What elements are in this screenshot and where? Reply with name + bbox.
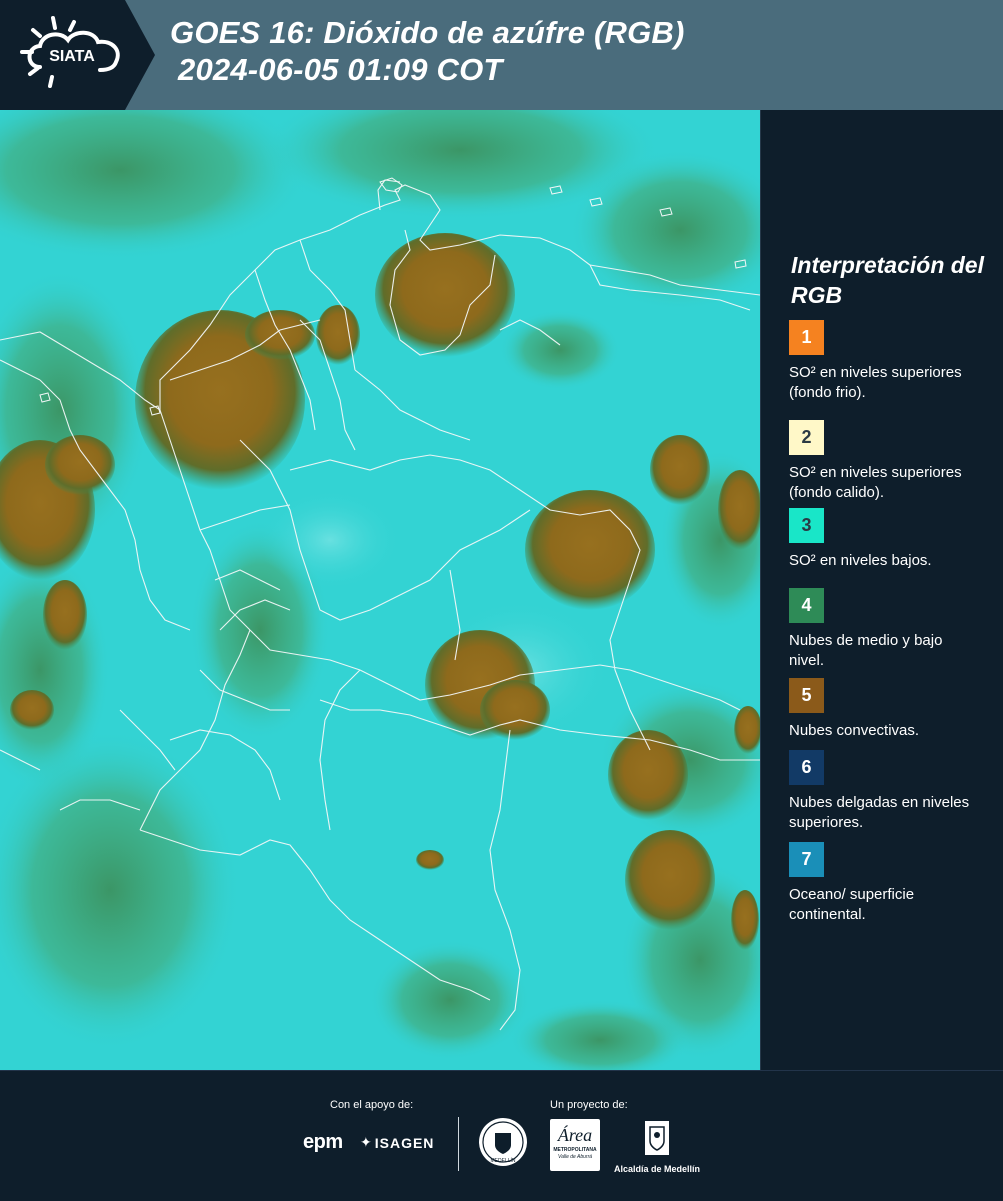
legend-text: SO² en niveles superiores (fondo calido)… <box>789 464 962 501</box>
siata-logo-text: SIATA <box>49 48 95 65</box>
area-metropolitana-logo: Área METROPOLITANA Valle de Aburrá <box>550 1119 600 1171</box>
alcaldia-logo: Alcaldía de Medellín <box>612 1119 702 1174</box>
legend-text: Nubes delgadas en niveles superiores. <box>789 794 970 831</box>
project-label: Un proyecto de: <box>550 1099 628 1111</box>
epm-logo: epm <box>303 1131 343 1153</box>
legend-swatch: 4 <box>789 588 824 623</box>
legend-text: Nubes de medio y bajo nivel. <box>789 632 943 669</box>
legend-swatch: 1 <box>789 320 824 355</box>
legend-item-2: 2 SO² en niveles superiores (fondo calido… <box>789 420 989 503</box>
legend-swatch: 2 <box>789 420 824 455</box>
legend-text: SO² en niveles superiores (fondo frio). <box>789 364 962 401</box>
legend-text: Oceano/ superficie continental. <box>789 886 915 923</box>
legend-swatch: 5 <box>789 678 824 713</box>
legend-swatch: 3 <box>789 508 824 543</box>
title-line-2: 2024-06-05 01:09 COT <box>178 52 503 87</box>
footer-divider <box>458 1117 459 1171</box>
satellite-map[interactable] <box>0 110 760 1070</box>
legend-item-4: 4 Nubes de medio y bajo nivel. <box>789 588 989 671</box>
svg-text:MEDELLÍN: MEDELLÍN <box>490 1157 515 1164</box>
legend-text: Nubes convectivas. <box>789 722 920 739</box>
footer: Con el apoyo de: Un proyecto de: epm ✦ I… <box>0 1070 1003 1201</box>
legend-item-6: 6 Nubes delgadas en niveles superiores. <box>789 750 989 833</box>
header-bar: SIATA GOES 16: Dióxido de azúfre (RGB) 2… <box>0 0 1003 110</box>
siata-logo: SIATA <box>0 0 155 110</box>
medellin-seal-logo: MEDELLÍN <box>478 1117 528 1167</box>
legend-item-5: 5 Nubes convectivas. <box>789 678 989 741</box>
legend-item-1: 1 SO² en niveles superiores (fondo frio). <box>789 320 989 403</box>
legend-title: Interpretación del RGB <box>791 252 984 308</box>
alcaldia-crest-icon <box>645 1121 669 1155</box>
isagen-icon: ✦ <box>360 1134 372 1150</box>
legend-item-3: 3 SO² en niveles bajos. <box>789 508 989 571</box>
isagen-logo: ✦ ISAGEN <box>360 1134 435 1151</box>
support-label: Con el apoyo de: <box>330 1099 414 1111</box>
page-title: GOES 16: Dióxido de azúfre (RGB) 2024-06… <box>170 14 685 88</box>
legend-swatch: 7 <box>789 842 824 877</box>
title-line-1: GOES 16: Dióxido de azúfre (RGB) <box>170 15 685 50</box>
legend-swatch: 6 <box>789 750 824 785</box>
legend-text: SO² en niveles bajos. <box>789 552 932 569</box>
legend-item-7: 7 Oceano/ superficie continental. <box>789 842 989 925</box>
legend-panel: Interpretación del RGB 1 SO² en niveles s… <box>760 110 1003 1070</box>
